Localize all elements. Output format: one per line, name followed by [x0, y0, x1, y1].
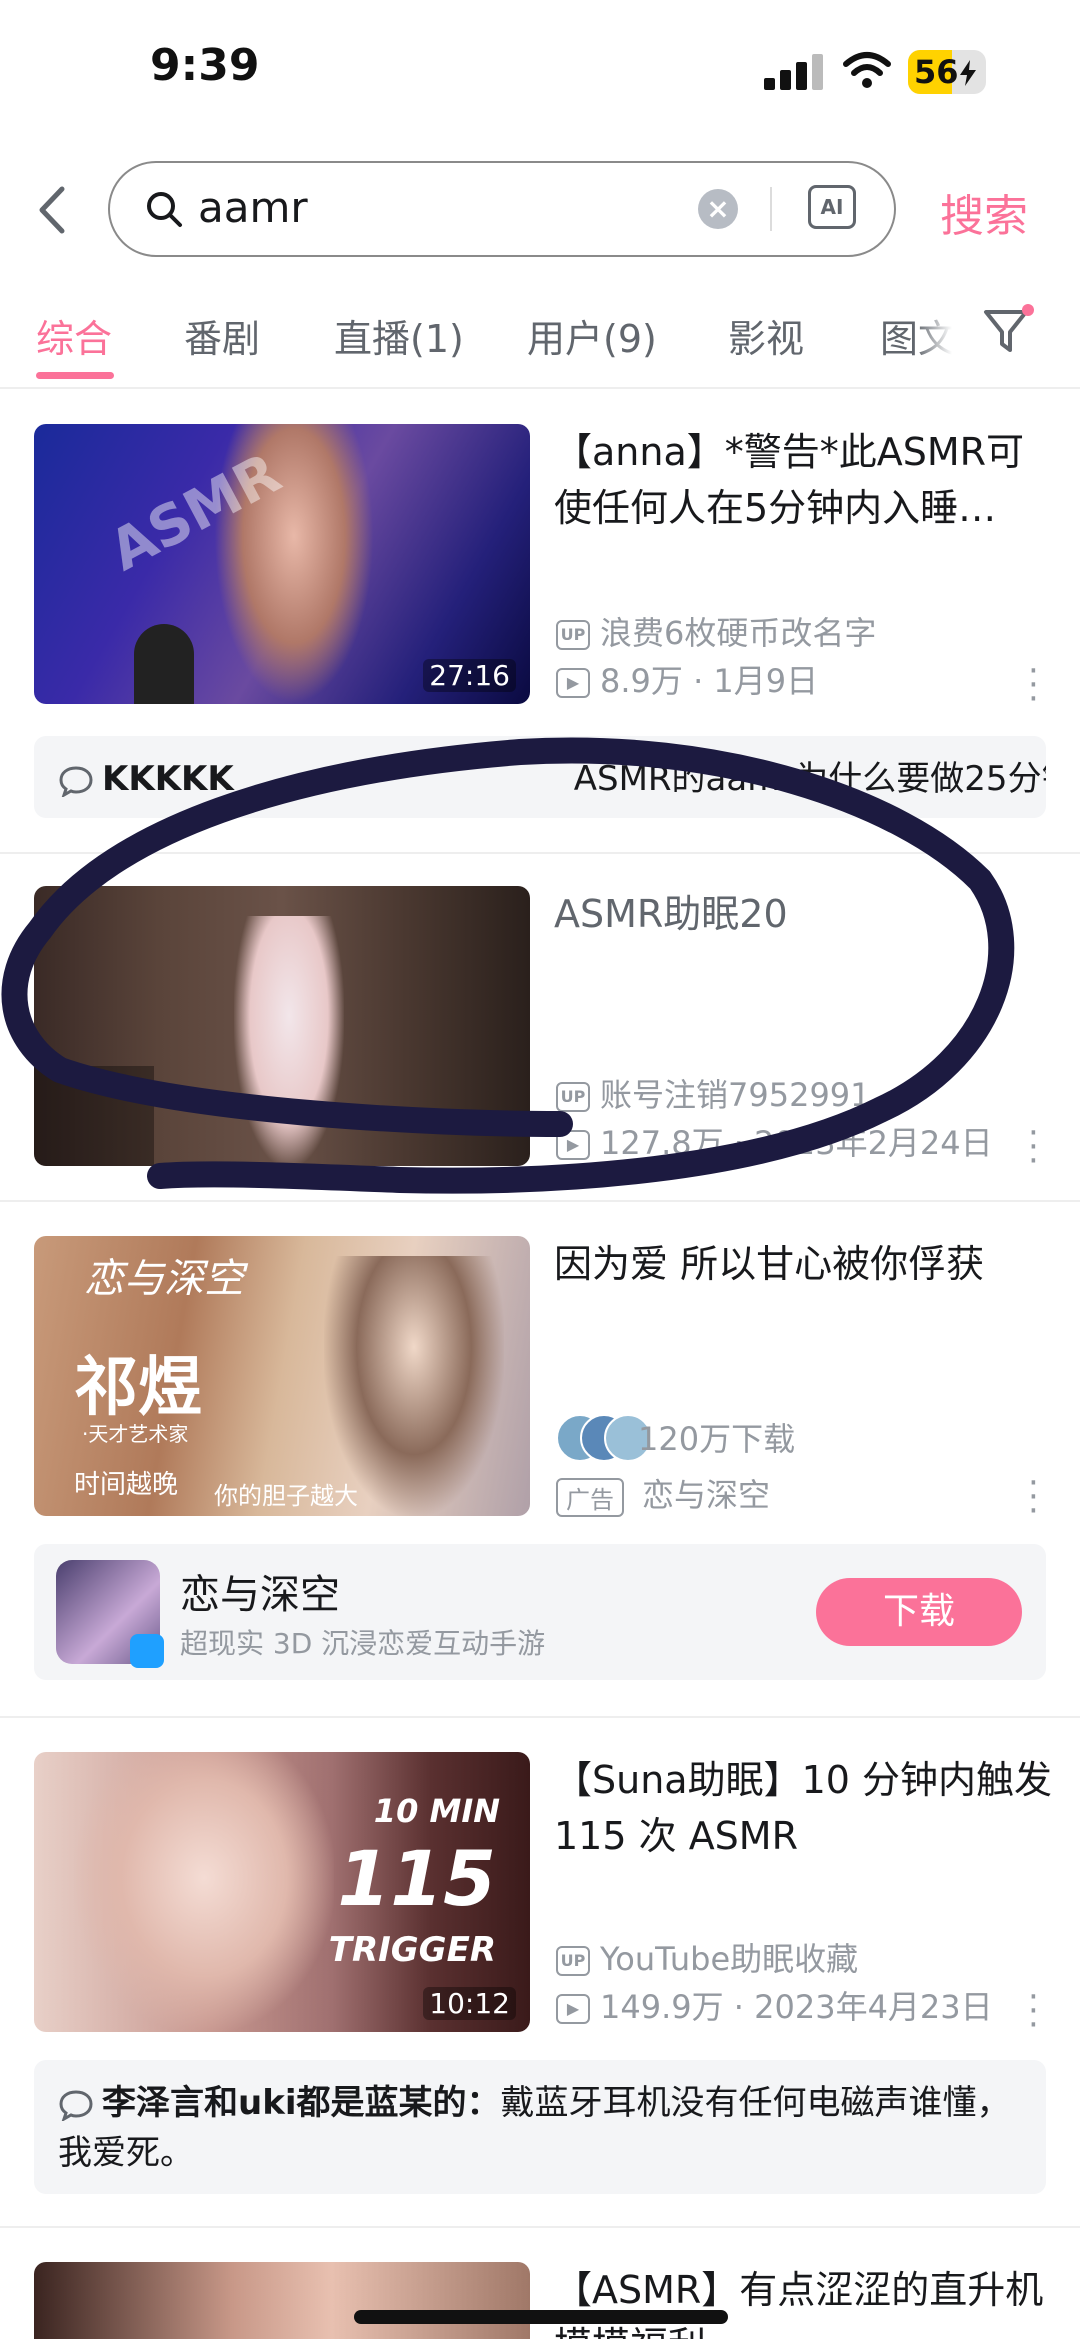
up-badge-icon: UP — [556, 1946, 590, 1976]
thumb-caption-big: 115 — [337, 1834, 496, 1923]
cellular-signal-icon — [764, 50, 824, 90]
app-download-card[interactable]: 恋与深空 超现实 3D 沉浸恋爱互动手游 下载 — [34, 1544, 1046, 1680]
app-name: 恋与深空 — [180, 1572, 340, 1618]
comment-author: 李泽言和uki都是蓝某的： — [102, 2083, 501, 2123]
ad-thumb-logo: 恋与深空 — [84, 1256, 244, 1302]
ad-source: 广告 恋与深空 — [556, 1470, 770, 1517]
download-button[interactable]: 下载 — [816, 1578, 1022, 1646]
row-divider — [0, 1200, 1080, 1202]
video-title[interactable]: 【anna】*警告*此ASMR可使任何人在5分钟内入睡… — [554, 424, 1054, 536]
ad-tag: 广告 — [556, 1477, 624, 1517]
uploader[interactable]: UP 浪费6枚硬币改名字 — [556, 608, 876, 654]
home-indicator — [354, 2310, 728, 2324]
uploader-name: YouTube助眠收藏 — [600, 1940, 859, 1978]
play-count-icon: ▶ — [556, 668, 590, 698]
filter-icon[interactable] — [980, 302, 1036, 358]
video-title[interactable]: ASMR助眠20 — [554, 886, 1054, 942]
app-icon — [56, 1560, 164, 1668]
video-duration: 10:12 — [423, 1987, 516, 2020]
video-stats-text: 149.9万 · 2023年4月23日 — [600, 1988, 993, 2026]
comment-bubble-icon — [59, 2089, 93, 2121]
video-thumbnail[interactable]: ASMR 27:16 — [34, 424, 530, 704]
video-stats-text: 127.8万 · 2023年2月24日 — [600, 1124, 993, 1162]
tab-live[interactable]: 直播(1) — [334, 308, 464, 363]
search-box[interactable]: aamr × AI — [108, 161, 896, 257]
video-thumbnail[interactable] — [34, 2262, 530, 2339]
video-stats: ▶ 149.9万 · 2023年4月23日 — [556, 1982, 993, 2028]
thumb-caption-top: 10 MIN — [373, 1792, 500, 1830]
search-button[interactable]: 搜索 — [940, 180, 1028, 244]
video-stats: ▶ 127.8万 · 2023年2月24日 — [556, 1118, 993, 1164]
video-duration: 27:16 — [423, 659, 516, 692]
tab-anime[interactable]: 番剧 — [184, 308, 260, 363]
uploader[interactable]: UP 账号注销7952991 — [556, 1070, 871, 1116]
ad-thumb-subtitle: ·天才艺术家 — [82, 1422, 189, 1446]
tab-film-tv[interactable]: 影视 — [728, 308, 804, 363]
top-comment[interactable]: KKKKK ASMR的aamr为什么要做25分钟 — [34, 736, 1046, 818]
more-options-icon[interactable]: · · · — [1028, 1466, 1039, 1528]
ai-search-icon[interactable]: AI — [808, 185, 856, 229]
ad-thumbnail[interactable]: 恋与深空 祁煜 ·天才艺术家 时间越晚 你的胆子越大 — [34, 1236, 530, 1516]
ad-thumb-line1: 时间越晚 — [74, 1470, 179, 1500]
video-title[interactable]: 【Suna助眠】10 分钟内触发 115 次 ASMR — [554, 1752, 1054, 1864]
charging-bolt-icon — [960, 60, 976, 86]
ad-title[interactable]: 因为爱 所以甘心被你俘获 — [554, 1236, 1054, 1292]
row-divider — [0, 1716, 1080, 1718]
video-title[interactable]: 【ASMR】有点涩涩的直升机 摸摸福利 — [554, 2262, 1054, 2339]
search-divider — [770, 187, 772, 231]
comment-bubble-icon — [59, 765, 93, 797]
video-thumbnail[interactable] — [34, 886, 530, 1166]
row-divider — [0, 852, 1080, 854]
uploader[interactable]: UP YouTube助眠收藏 — [556, 1934, 858, 1980]
uploader-name: 浪费6枚硬币改名字 — [600, 614, 877, 652]
app-description: 超现实 3D 沉浸恋爱互动手游 — [180, 1627, 546, 1660]
play-count-icon: ▶ — [556, 1994, 590, 2024]
up-badge-icon: UP — [556, 620, 590, 650]
ad-downloads: 120万下载 — [638, 1420, 796, 1458]
more-options-icon[interactable]: · · · — [1028, 654, 1039, 716]
ad-thumb-line2: 你的胆子越大 — [214, 1482, 358, 1510]
up-badge-icon: UP — [556, 1082, 590, 1112]
active-tab-indicator — [36, 372, 114, 379]
tab-users[interactable]: 用户(9) — [527, 308, 657, 363]
video-stats-text: 8.9万 · 1月9日 — [600, 662, 819, 700]
thumb-caption-bottom: TRIGGER — [328, 1930, 496, 1970]
status-time: 9:39 — [150, 40, 260, 91]
downloader-avatars — [556, 1414, 652, 1462]
tabs-divider — [0, 387, 1080, 389]
comment-author: KKKKK — [102, 759, 234, 799]
top-comment[interactable]: 李泽言和uki都是蓝某的：戴蓝牙耳机没有任何电磁声谁懂，我爱死。 — [34, 2060, 1046, 2194]
tab-articles[interactable]: 图文 — [880, 308, 952, 363]
row-divider — [0, 2226, 1080, 2228]
video-thumbnail[interactable]: 10 MIN 115 TRIGGER 10:12 — [34, 1752, 530, 2032]
tab-comprehensive[interactable]: 综合 — [36, 308, 112, 363]
clear-search-icon[interactable]: × — [698, 189, 738, 229]
uploader-name: 账号注销7952991 — [600, 1076, 871, 1114]
more-options-icon[interactable]: · · · — [1028, 1116, 1039, 1178]
battery-indicator: 56 — [908, 50, 986, 94]
video-stats: ▶ 8.9万 · 1月9日 — [556, 656, 818, 702]
comment-text: ASMR的aamr为什么要做25分钟 — [573, 759, 1046, 799]
back-arrow-icon[interactable] — [34, 185, 74, 235]
wifi-icon — [843, 52, 891, 88]
search-input[interactable]: aamr — [198, 183, 308, 232]
search-icon — [147, 192, 182, 227]
ad-brand: 恋与深空 — [642, 1476, 771, 1514]
more-options-icon[interactable]: · · · — [1028, 1980, 1039, 2042]
play-count-icon: ▶ — [556, 1130, 590, 1160]
ad-thumb-name: 祁煜 — [74, 1350, 202, 1425]
